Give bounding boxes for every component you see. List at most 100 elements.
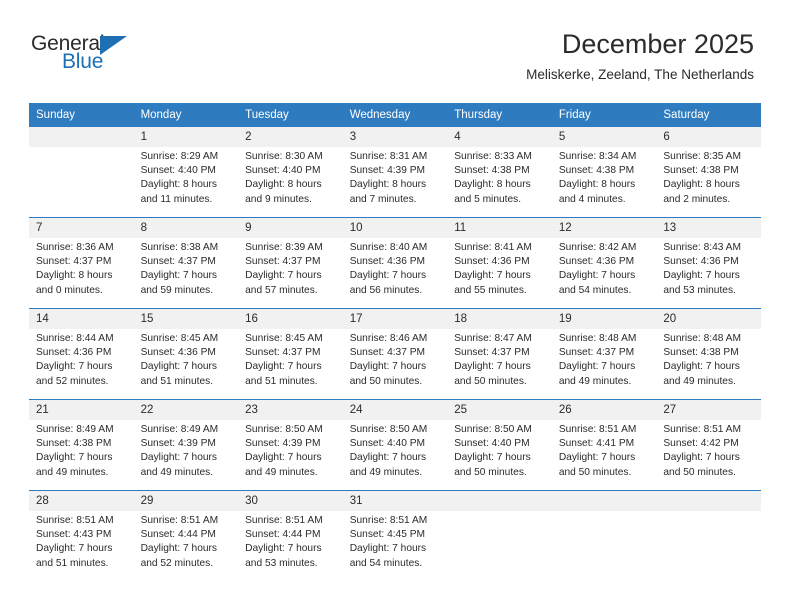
detail-daylight-23-cont: and 49 minutes.	[245, 466, 318, 478]
day-number-row: 123456	[29, 127, 761, 147]
detail-daylight-16-cont: and 51 minutes.	[245, 375, 318, 387]
day-number-26[interactable]: 26	[551, 400, 657, 420]
day-number-23[interactable]: 23	[238, 400, 343, 420]
day-number-31[interactable]: 31	[342, 491, 448, 511]
detail-daylight-22: Daylight: 7 hours	[140, 452, 218, 464]
day-number-22[interactable]: 22	[133, 400, 239, 420]
detail-sunrise-5: Sunrise: 8:34 AM	[558, 151, 637, 162]
day-number-8[interactable]: 8	[133, 218, 239, 238]
day-number-16[interactable]: 16	[238, 309, 343, 329]
day-detail-28: Sunrise: 8:51 AM Sunset: 4:43 PM Daylight:…	[29, 511, 134, 581]
detail-daylight-8-cont: and 59 minutes.	[140, 284, 214, 296]
triangle-icon	[100, 36, 127, 55]
day-detail-3: Sunrise: 8:31 AM Sunset: 4:39 PM Daylight:…	[342, 147, 448, 217]
detail-daylight-21: Daylight: 7 hours	[36, 452, 113, 464]
calendar-page: General Blue December 2025 Meliskerke, Z…	[0, 0, 792, 612]
detail-sunset-15: Sunset: 4:36 PM	[140, 347, 216, 359]
day-detail-13: Sunrise: 8:43 AM Sunset: 4:36 PM Daylight:…	[656, 238, 761, 308]
detail-daylight-19: Daylight: 7 hours	[558, 361, 636, 373]
day-number-7[interactable]: 7	[29, 218, 134, 238]
day-number-21[interactable]: 21	[29, 400, 134, 420]
day-number-29[interactable]: 29	[133, 491, 239, 511]
day-number-24[interactable]: 24	[342, 400, 448, 420]
detail-daylight-17-cont: and 50 minutes.	[349, 375, 423, 387]
day-detail-24: Sunrise: 8:50 AM Sunset: 4:40 PM Daylight:…	[342, 420, 448, 490]
detail-sunrise-2: Sunrise: 8:30 AM	[245, 151, 323, 162]
day-number-10[interactable]: 10	[342, 218, 448, 238]
day-number-14[interactable]: 14	[29, 309, 134, 329]
day-number-30[interactable]: 30	[238, 491, 343, 511]
detail-sunset-5: Sunset: 4:38 PM	[558, 165, 635, 177]
detail-daylight-27-cont: and 50 minutes.	[663, 466, 736, 478]
day-detail-22: Sunrise: 8:49 AM Sunset: 4:39 PM Daylight:…	[133, 420, 239, 490]
page-header: General Blue December 2025 Meliskerke, Z…	[0, 0, 792, 103]
detail-sunset-11: Sunset: 4:36 PM	[454, 256, 530, 268]
detail-daylight-15: Daylight: 7 hours	[140, 361, 218, 373]
day-number-20[interactable]: 20	[656, 309, 761, 329]
day-detail-26: Sunrise: 8:51 AM Sunset: 4:41 PM Daylight:…	[551, 420, 657, 490]
detail-daylight-9: Daylight: 7 hours	[245, 270, 322, 282]
day-cell-empty	[656, 491, 761, 511]
detail-sunrise-1: Sunrise: 8:29 AM	[140, 151, 219, 162]
day-number-15[interactable]: 15	[133, 309, 239, 329]
weekday-header-wednesday: Wednesday	[342, 103, 448, 127]
day-number-25[interactable]: 25	[447, 400, 552, 420]
detail-daylight-29-cont: and 52 minutes.	[140, 557, 214, 569]
detail-daylight-9-cont: and 57 minutes.	[245, 284, 318, 296]
day-detail-row: Sunrise: 8:44 AM Sunset: 4:36 PM Daylight:…	[29, 329, 761, 399]
day-number-13[interactable]: 13	[656, 218, 761, 238]
day-number-1[interactable]: 1	[133, 127, 239, 147]
title-block: December 2025 Meliskerke, Zeeland, The N…	[526, 28, 754, 85]
detail-sunset-30: Sunset: 4:44 PM	[245, 529, 321, 541]
detail-sunset-29: Sunset: 4:44 PM	[140, 529, 216, 541]
detail-sunrise-20: Sunrise: 8:48 AM	[663, 333, 741, 344]
detail-sunrise-26: Sunrise: 8:51 AM	[558, 424, 637, 435]
day-number-row: 21 22 23 24 25 26 27	[29, 400, 761, 420]
day-number-6[interactable]: 6	[656, 127, 761, 147]
day-number-5[interactable]: 5	[551, 127, 657, 147]
detail-sunrise-13: Sunrise: 8:43 AM	[663, 242, 741, 253]
detail-sunset-1: Sunset: 4:40 PM	[140, 165, 216, 177]
detail-sunrise-3: Sunrise: 8:31 AM	[349, 151, 428, 162]
day-detail-27: Sunrise: 8:51 AM Sunset: 4:42 PM Daylight:…	[656, 420, 761, 490]
day-number-11[interactable]: 11	[447, 218, 552, 238]
day-number-12[interactable]: 12	[551, 218, 657, 238]
detail-sunrise-23: Sunrise: 8:50 AM	[245, 424, 323, 435]
detail-daylight-1: Daylight: 8 hours	[140, 179, 218, 191]
detail-sunrise-6: Sunrise: 8:35 AM	[663, 151, 741, 162]
day-number-28[interactable]: 28	[29, 491, 134, 511]
day-number-18[interactable]: 18	[447, 309, 552, 329]
day-detail-1: Sunrise: 8:29 AM Sunset: 4:40 PM Daylight:…	[133, 147, 239, 217]
day-number-9[interactable]: 9	[238, 218, 343, 238]
day-number-2[interactable]: 2	[238, 127, 343, 147]
weekday-header-tuesday: Tuesday	[238, 103, 343, 127]
detail-sunrise-27: Sunrise: 8:51 AM	[663, 424, 741, 435]
day-number-4[interactable]: 4	[447, 127, 552, 147]
detail-sunrise-4: Sunrise: 8:33 AM	[454, 151, 532, 162]
detail-daylight-30: Daylight: 7 hours	[245, 543, 322, 555]
detail-sunset-19: Sunset: 4:37 PM	[558, 347, 635, 359]
day-detail-empty	[447, 511, 552, 581]
day-detail-29: Sunrise: 8:51 AM Sunset: 4:44 PM Daylight:…	[133, 511, 239, 581]
detail-daylight-8: Daylight: 7 hours	[140, 270, 218, 282]
detail-sunrise-17: Sunrise: 8:46 AM	[349, 333, 428, 344]
day-detail-9: Sunrise: 8:39 AM Sunset: 4:37 PM Daylight:…	[238, 238, 343, 308]
detail-daylight-20: Daylight: 7 hours	[663, 361, 740, 373]
day-number-27[interactable]: 27	[656, 400, 761, 420]
day-number-3[interactable]: 3	[342, 127, 448, 147]
detail-daylight-16: Daylight: 7 hours	[245, 361, 322, 373]
detail-daylight-20-cont: and 49 minutes.	[663, 375, 736, 387]
detail-daylight-11: Daylight: 7 hours	[454, 270, 531, 282]
day-number-row: 28 29 30 31	[29, 491, 761, 511]
calendar-table: Sunday Monday Tuesday Wednesday Thursday Frid…	[29, 103, 761, 581]
detail-sunrise-30: Sunrise: 8:51 AM	[245, 515, 323, 526]
calendar-body: 1 2 3 4 5 6 Sunrise: 8:29 AM Sunset: 4:40 PM Day…	[29, 127, 761, 581]
page-subtitle: Meliskerke, Zeeland, The Netherlands	[526, 67, 754, 82]
detail-sunset-7: Sunset: 4:37 PM	[36, 256, 112, 268]
detail-daylight-23: Daylight: 7 hours	[245, 452, 322, 464]
day-detail-8: Sunrise: 8:38 AM Sunset: 4:37 PM Daylight:…	[133, 238, 239, 308]
detail-sunset-21: Sunset: 4:38 PM	[36, 438, 112, 450]
detail-sunset-18: Sunset: 4:37 PM	[454, 347, 530, 359]
day-number-17[interactable]: 17	[342, 309, 448, 329]
day-number-19[interactable]: 19	[551, 309, 657, 329]
